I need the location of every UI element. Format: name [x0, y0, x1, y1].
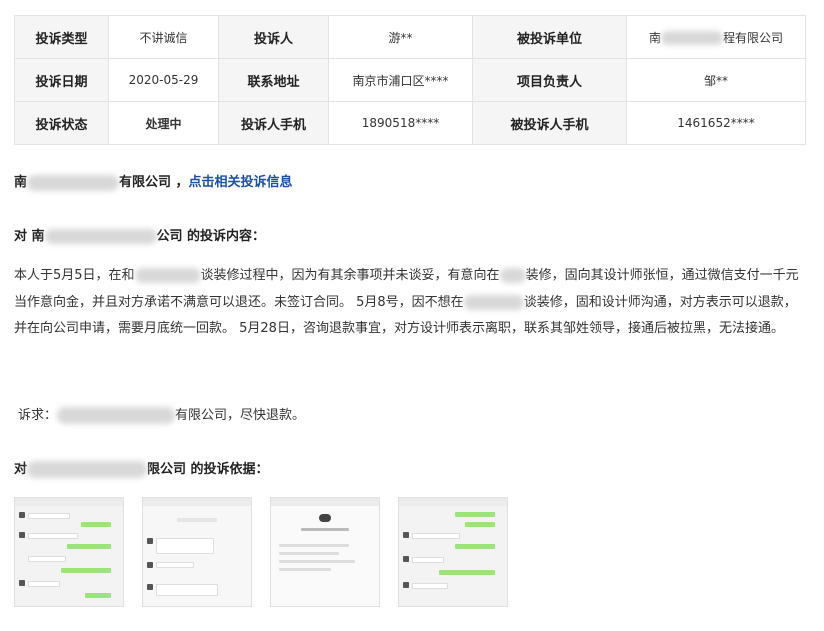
avatar	[403, 532, 409, 538]
demand-line: 诉求： 有限公司，尽快退款。	[18, 404, 305, 424]
demand-suffix: 有限公司，尽快退款。	[175, 408, 306, 423]
address-label: 联系地址	[218, 58, 329, 102]
respondent-suffix: 程有限公司	[723, 30, 784, 45]
related-complaints-link[interactable]: 点击相关投诉信息	[189, 175, 293, 190]
redaction-blur	[57, 407, 176, 424]
respondent-label: 被投诉单位	[472, 15, 627, 59]
chat-bubble	[412, 583, 448, 589]
demand-prefix: 诉求：	[18, 408, 58, 423]
chat-bubble	[156, 584, 218, 596]
avatar	[19, 580, 25, 586]
complainant-label: 投诉人	[218, 15, 329, 59]
status-bar	[399, 498, 507, 506]
avatar	[403, 582, 409, 588]
status-bar	[271, 498, 379, 506]
chat-bubble	[28, 533, 78, 539]
evidence-heading-suffix: 限公司 的投诉依据：	[147, 462, 269, 477]
status-bar	[15, 498, 123, 506]
avatar	[319, 514, 331, 522]
project-manager-value: 邹**	[626, 58, 806, 102]
chat-bubble	[301, 528, 349, 531]
chat-bubble	[177, 518, 217, 522]
avatar	[147, 584, 153, 590]
address-value: 南京市浦口区****	[328, 58, 473, 102]
chat-bubble	[439, 570, 495, 575]
chat-bubble	[67, 544, 111, 549]
redaction-blur	[27, 174, 120, 191]
status-bar	[143, 498, 251, 506]
evidence-image-1[interactable]	[14, 497, 124, 607]
complaint-date-value: 2020-05-29	[108, 58, 219, 102]
respondent-phone-value: 1461652****	[626, 101, 806, 145]
complaint-status-value: 处理中	[108, 101, 219, 145]
table-row: 投诉状态 处理中 投诉人手机 1890518**** 被投诉人手机 146165…	[14, 101, 806, 145]
avatar	[19, 512, 25, 518]
evidence-heading: 对 限公司 的投诉依据：	[14, 458, 269, 478]
complainant-phone-value: 1890518****	[328, 101, 473, 145]
chat-bubble	[279, 560, 355, 563]
avatar	[19, 532, 25, 538]
content-heading: 对 南 公司 的投诉内容：	[14, 225, 265, 244]
avatar	[403, 556, 409, 562]
chat-bubble	[28, 581, 60, 587]
chat-bubble	[465, 522, 495, 527]
table-row: 投诉日期 2020-05-29 联系地址 南京市浦口区**** 项目负责人 邹*…	[14, 58, 806, 102]
chat-bubble	[279, 544, 349, 547]
chat-bubble	[412, 557, 444, 563]
redaction-blur	[463, 294, 524, 310]
table-row: 投诉类型 不讲诚信 投诉人 游** 被投诉单位 南 程有限公司	[14, 15, 806, 59]
content-heading-suffix: 公司 的投诉内容：	[156, 229, 266, 244]
chat-bubble	[156, 562, 194, 568]
chat-bubble	[81, 522, 111, 527]
evidence-image-4[interactable]	[398, 497, 508, 607]
chat-bubble	[61, 568, 111, 573]
chat-bubble	[28, 513, 70, 519]
redaction-blur	[499, 268, 526, 283]
company-suffix: 有限公司 ，	[119, 175, 189, 190]
complaint-text-2: 谈装修过程中，因为有其余事项并未谈妥，有意向在	[200, 268, 500, 283]
chat-bubble	[279, 552, 339, 555]
redaction-blur	[661, 31, 723, 45]
complaint-date-label: 投诉日期	[14, 58, 109, 102]
redaction-blur	[134, 268, 201, 283]
respondent-value: 南 程有限公司	[626, 15, 806, 59]
chat-bubble	[455, 512, 495, 517]
avatar	[147, 538, 153, 544]
complaint-type-value: 不讲诚信	[108, 15, 219, 59]
respondent-phone-label: 被投诉人手机	[472, 101, 627, 145]
complaint-text-1: 本人于5月5日，在和	[14, 268, 135, 283]
evidence-image-3[interactable]	[270, 497, 380, 607]
chat-bubble	[156, 538, 214, 554]
company-prefix: 南	[14, 175, 28, 190]
evidence-heading-prefix: 对	[14, 462, 28, 477]
complaint-type-label: 投诉类型	[14, 15, 109, 59]
content-heading-prefix: 对 南	[14, 229, 45, 244]
complainant-value: 游**	[328, 15, 473, 59]
avatar	[147, 562, 153, 568]
complainant-phone-label: 投诉人手机	[218, 101, 329, 145]
complaint-content: 本人于5月5日，在和 谈装修过程中，因为有其余事项并未谈妥，有意向在 装修，固向其设…	[14, 263, 802, 343]
redaction-blur	[44, 229, 157, 244]
chat-bubble	[85, 593, 111, 598]
chat-bubble	[412, 533, 460, 539]
redaction-blur	[27, 461, 148, 478]
complaint-info-table: 投诉类型 不讲诚信 投诉人 游** 被投诉单位 南 程有限公司 投诉日期 2020…	[14, 15, 806, 145]
chat-bubble	[455, 544, 495, 549]
evidence-image-2[interactable]	[142, 497, 252, 607]
complaint-status-label: 投诉状态	[14, 101, 109, 145]
company-line: 南 有限公司 ，点击相关投诉信息	[14, 171, 293, 191]
chat-bubble	[279, 568, 331, 571]
chat-bubble	[28, 556, 66, 562]
respondent-prefix: 南	[648, 30, 661, 45]
evidence-gallery	[14, 497, 508, 607]
project-manager-label: 项目负责人	[472, 58, 627, 102]
